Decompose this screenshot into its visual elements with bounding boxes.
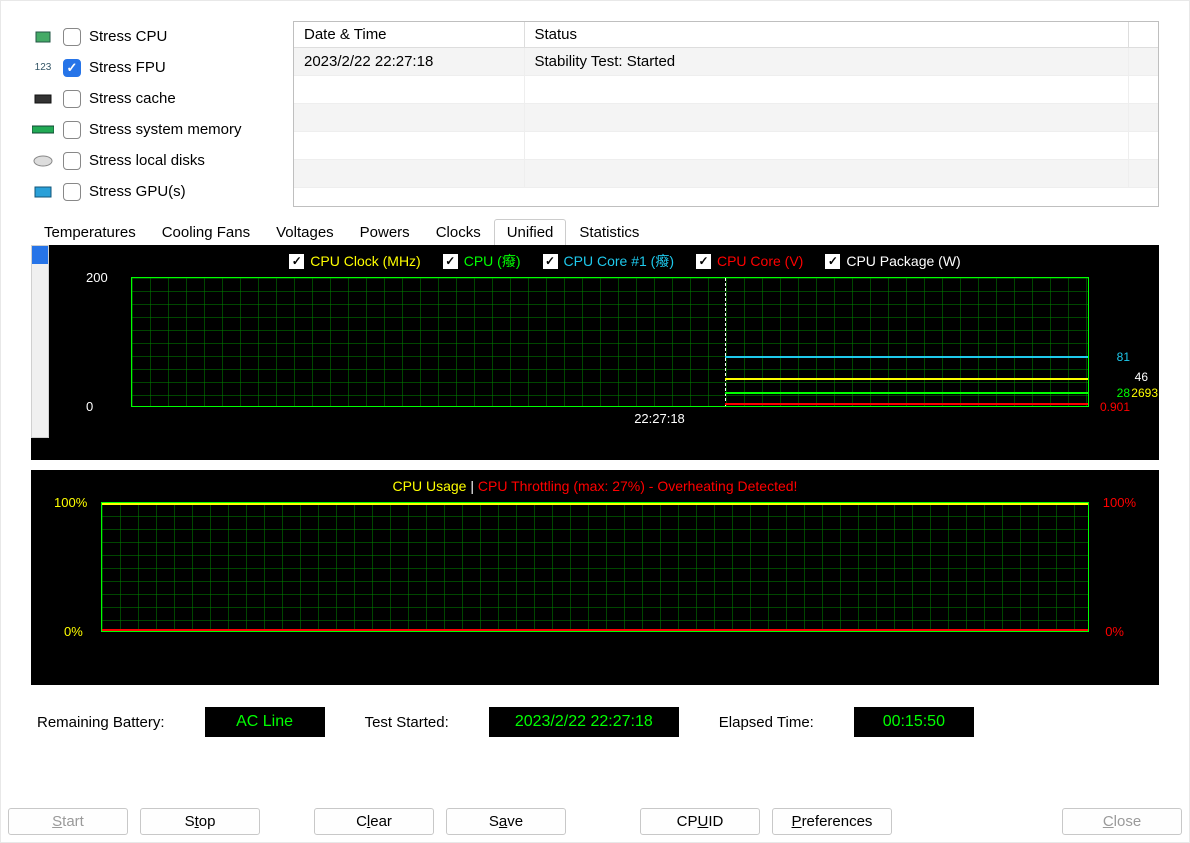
- cpuid-button[interactable]: CPUID: [640, 808, 760, 835]
- tab-clocks[interactable]: Clocks: [423, 219, 494, 245]
- stress-checkbox[interactable]: [63, 183, 81, 201]
- elapsed-value: 00:15:50: [854, 707, 974, 737]
- legend-label: CPU Core (V): [717, 253, 803, 269]
- chart-grid: 200 0 81 46 28 2693 0.901: [131, 277, 1089, 407]
- gpu-icon: [31, 182, 55, 202]
- clear-button[interactable]: Clear: [314, 808, 434, 835]
- legend-label: CPU Clock (MHz): [310, 253, 420, 269]
- tab-voltages[interactable]: Voltages: [263, 219, 347, 245]
- cpu-throttle-line: [102, 629, 1088, 631]
- stress-label[interactable]: Stress local disks: [89, 152, 205, 169]
- throttle-top: 100%: [1103, 495, 1136, 510]
- usage-throttle-chart: CPU Usage | CPU Throttling (max: 27%) - …: [31, 470, 1159, 685]
- log-row-empty: [294, 132, 1158, 160]
- value-corev: 0.901: [1100, 400, 1130, 414]
- cpu-usage-line: [102, 503, 1088, 505]
- event-log-table: Date & Time Status 2023/2/22 22:27:18 St…: [293, 21, 1159, 207]
- throttle-bot: 0%: [1105, 624, 1124, 639]
- series-corev: [725, 403, 1088, 405]
- y-tick-0: 0: [86, 399, 93, 414]
- value-cpuclock: 2693: [1131, 386, 1158, 400]
- started-value: 2023/2/22 22:27:18: [489, 707, 679, 737]
- tab-cooling-fans[interactable]: Cooling Fans: [149, 219, 263, 245]
- log-row-empty: [294, 160, 1158, 188]
- chart-scrollbar[interactable]: [31, 245, 49, 438]
- stress-checkbox[interactable]: [63, 59, 81, 77]
- stop-button[interactable]: Stop: [140, 808, 260, 835]
- legend-label: CPU Package (W): [846, 253, 960, 269]
- fpu-icon: 123: [31, 58, 55, 78]
- cache-icon: [31, 89, 55, 109]
- start-button[interactable]: Start: [8, 808, 128, 835]
- stress-label[interactable]: Stress CPU: [89, 28, 167, 45]
- tab-temperatures[interactable]: Temperatures: [31, 219, 149, 245]
- legend-label: CPU Core #1 (癈): [564, 251, 674, 271]
- chart-scrollbar-thumb[interactable]: [32, 246, 48, 264]
- series-cpu: [725, 392, 1088, 394]
- log-header-status[interactable]: Status: [524, 22, 1128, 48]
- stress-checkbox[interactable]: [63, 121, 81, 139]
- legend-check-pkgw[interactable]: [825, 254, 840, 269]
- usage-bot: 0%: [64, 624, 83, 639]
- x-marker-label: 22:27:18: [420, 411, 899, 426]
- time-marker: [725, 278, 726, 406]
- started-label: Test Started:: [365, 714, 449, 731]
- cpu-icon: [31, 27, 55, 47]
- stress-checkbox[interactable]: [63, 152, 81, 170]
- log-row-empty: [294, 76, 1158, 104]
- y-tick-200: 200: [86, 270, 108, 285]
- value-cpu: 28: [1117, 386, 1130, 400]
- elapsed-label: Elapsed Time:: [719, 714, 814, 731]
- chart2-grid: 100% 0% 100% 0%: [101, 502, 1089, 632]
- legend-check-cpu[interactable]: [443, 254, 458, 269]
- chart-legend: CPU Clock (MHz) CPU (癈) CPU Core #1 (癈) …: [101, 251, 1149, 271]
- tab-powers[interactable]: Powers: [347, 219, 423, 245]
- status-bar: Remaining Battery: AC Line Test Started:…: [37, 707, 1159, 737]
- value-core1: 81: [1117, 350, 1130, 364]
- unified-chart: CPU Clock (MHz) CPU (癈) CPU Core #1 (癈) …: [31, 245, 1159, 460]
- graph-tabs: TemperaturesCooling FansVoltagesPowersCl…: [31, 219, 1159, 245]
- legend-check-core1[interactable]: [543, 254, 558, 269]
- close-button[interactable]: Close: [1062, 808, 1182, 835]
- stress-checkbox[interactable]: [63, 90, 81, 108]
- log-header-datetime[interactable]: Date & Time: [294, 22, 524, 48]
- legend-label: CPU (癈): [464, 251, 521, 271]
- stress-options: Stress CPU 123 Stress FPU Stress cache St…: [31, 21, 281, 207]
- button-bar: Start Stop Clear Save CPUID Preferences …: [8, 808, 1182, 835]
- tab-statistics[interactable]: Statistics: [566, 219, 652, 245]
- log-cell-datetime: 2023/2/22 22:27:18: [294, 48, 524, 76]
- stress-checkbox[interactable]: [63, 28, 81, 46]
- series-cpuclock: [725, 378, 1088, 380]
- value-pkgw: 46: [1135, 370, 1148, 384]
- series-core1: [725, 356, 1088, 358]
- preferences-button[interactable]: Preferences: [772, 808, 892, 835]
- stress-label[interactable]: Stress system memory: [89, 121, 242, 138]
- save-button[interactable]: Save: [446, 808, 566, 835]
- stress-label[interactable]: Stress cache: [89, 90, 176, 107]
- battery-value: AC Line: [205, 707, 325, 737]
- log-row[interactable]: 2023/2/22 22:27:18 Stability Test: Start…: [294, 48, 1158, 76]
- disk-icon: [31, 151, 55, 171]
- legend-check-cpuclock[interactable]: [289, 254, 304, 269]
- battery-label: Remaining Battery:: [37, 714, 165, 731]
- legend-check-corev[interactable]: [696, 254, 711, 269]
- log-cell-status: Stability Test: Started: [524, 48, 1128, 76]
- chart2-title: CPU Usage | CPU Throttling (max: 27%) - …: [91, 478, 1099, 494]
- usage-top: 100%: [54, 495, 87, 510]
- stress-label[interactable]: Stress GPU(s): [89, 183, 186, 200]
- ram-icon: [31, 120, 55, 140]
- tab-unified[interactable]: Unified: [494, 219, 567, 245]
- log-row-empty: [294, 104, 1158, 132]
- stress-label[interactable]: Stress FPU: [89, 59, 166, 76]
